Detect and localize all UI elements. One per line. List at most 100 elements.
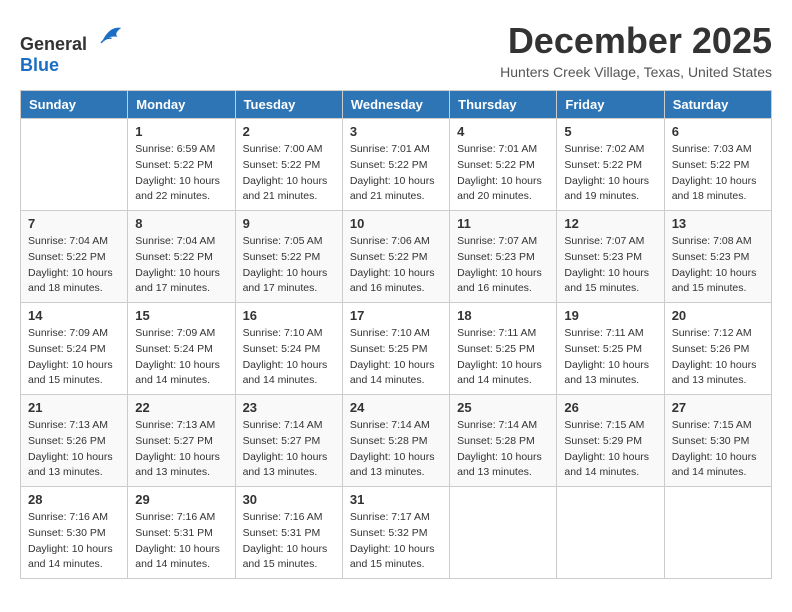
day-cell-22: 22 Sunrise: 7:13 AM Sunset: 5:27 PM Dayli… <box>128 395 235 487</box>
weekday-header-saturday: Saturday <box>664 91 771 119</box>
week-row-3: 21 Sunrise: 7:13 AM Sunset: 5:26 PM Dayli… <box>21 395 772 487</box>
day-cell-3: 3 Sunrise: 7:01 AM Sunset: 5:22 PM Daylig… <box>342 119 449 211</box>
day-cell-18: 18Sunrise: 7:11 AM Sunset: 5:25 PM Dayli… <box>450 303 557 395</box>
day-cell-19: 19 Sunrise: 7:11 AM Sunset: 5:25 PM Dayli… <box>557 303 664 395</box>
day-cell-10: 10Sunrise: 7:06 AM Sunset: 5:22 PM Dayli… <box>342 211 449 303</box>
day-cell-16: 16 Sunrise: 7:10 AM Sunset: 5:24 PM Dayli… <box>235 303 342 395</box>
weekday-header-friday: Friday <box>557 91 664 119</box>
day-cell-29: 29 Sunrise: 7:16 AM Sunset: 5:31 PM Dayli… <box>128 487 235 579</box>
day-number: 17 <box>350 308 442 323</box>
day-info: Sunrise: 7:16 AM Sunset: 5:31 PM Dayligh… <box>135 510 227 573</box>
day-number: 6 <box>672 124 764 139</box>
page-header: General Blue December 2025 Hunters Creek… <box>20 20 772 80</box>
day-info: Sunrise: 6:59 AM Sunset: 5:22 PM Dayligh… <box>135 142 227 205</box>
day-info: Sunrise: 7:14 AM Sunset: 5:27 PM Dayligh… <box>243 418 335 481</box>
day-number: 14 <box>28 308 120 323</box>
day-info: Sunrise: 7:14 AM Sunset: 5:28 PM Dayligh… <box>457 418 549 481</box>
day-info: Sunrise: 7:13 AM Sunset: 5:27 PM Dayligh… <box>135 418 227 481</box>
day-info: Sunrise: 7:10 AM Sunset: 5:24 PM Dayligh… <box>243 326 335 389</box>
day-cell-1: 1Sunrise: 6:59 AM Sunset: 5:22 PM Daylig… <box>128 119 235 211</box>
day-info: Sunrise: 7:01 AM Sunset: 5:22 PM Dayligh… <box>350 142 442 205</box>
day-cell-31: 31 Sunrise: 7:17 AM Sunset: 5:32 PM Dayli… <box>342 487 449 579</box>
day-number: 30 <box>243 492 335 507</box>
weekday-header-row: SundayMondayTuesdayWednesdayThursdayFrid… <box>21 91 772 119</box>
day-number: 2 <box>243 124 335 139</box>
day-cell-2: 2 Sunrise: 7:00 AM Sunset: 5:22 PM Daylig… <box>235 119 342 211</box>
day-info: Sunrise: 7:04 AM Sunset: 5:22 PM Dayligh… <box>135 234 227 297</box>
day-cell-24: 24 Sunrise: 7:14 AM Sunset: 5:28 PM Dayli… <box>342 395 449 487</box>
day-number: 12 <box>564 216 656 231</box>
week-row-0: 1Sunrise: 6:59 AM Sunset: 5:22 PM Daylig… <box>21 119 772 211</box>
logo-bird-icon <box>95 20 125 50</box>
day-number: 16 <box>243 308 335 323</box>
day-cell-8: 8Sunrise: 7:04 AM Sunset: 5:22 PM Daylig… <box>128 211 235 303</box>
weekday-header-wednesday: Wednesday <box>342 91 449 119</box>
day-info: Sunrise: 7:09 AM Sunset: 5:24 PM Dayligh… <box>28 326 120 389</box>
day-number: 21 <box>28 400 120 415</box>
day-info: Sunrise: 7:00 AM Sunset: 5:22 PM Dayligh… <box>243 142 335 205</box>
day-number: 22 <box>135 400 227 415</box>
day-info: Sunrise: 7:07 AM Sunset: 5:23 PM Dayligh… <box>457 234 549 297</box>
day-cell-5: 5Sunrise: 7:02 AM Sunset: 5:22 PM Daylig… <box>557 119 664 211</box>
day-cell-11: 11Sunrise: 7:07 AM Sunset: 5:23 PM Dayli… <box>450 211 557 303</box>
day-number: 3 <box>350 124 442 139</box>
day-cell-15: 15Sunrise: 7:09 AM Sunset: 5:24 PM Dayli… <box>128 303 235 395</box>
logo-blue: Blue <box>20 55 59 75</box>
day-number: 28 <box>28 492 120 507</box>
day-cell-28: 28Sunrise: 7:16 AM Sunset: 5:30 PM Dayli… <box>21 487 128 579</box>
day-cell-27: 27 Sunrise: 7:15 AM Sunset: 5:30 PM Dayli… <box>664 395 771 487</box>
day-number: 4 <box>457 124 549 139</box>
day-number: 31 <box>350 492 442 507</box>
logo-general: General <box>20 34 87 54</box>
day-cell-14: 14 Sunrise: 7:09 AM Sunset: 5:24 PM Dayli… <box>21 303 128 395</box>
day-number: 19 <box>564 308 656 323</box>
day-info: Sunrise: 7:04 AM Sunset: 5:22 PM Dayligh… <box>28 234 120 297</box>
day-cell-25: 25 Sunrise: 7:14 AM Sunset: 5:28 PM Dayli… <box>450 395 557 487</box>
day-info: Sunrise: 7:11 AM Sunset: 5:25 PM Dayligh… <box>457 326 549 389</box>
day-info: Sunrise: 7:07 AM Sunset: 5:23 PM Dayligh… <box>564 234 656 297</box>
day-cell-12: 12 Sunrise: 7:07 AM Sunset: 5:23 PM Dayli… <box>557 211 664 303</box>
month-title: December 2025 <box>500 20 772 62</box>
day-info: Sunrise: 7:08 AM Sunset: 5:23 PM Dayligh… <box>672 234 764 297</box>
day-cell-6: 6 Sunrise: 7:03 AM Sunset: 5:22 PM Daylig… <box>664 119 771 211</box>
day-info: Sunrise: 7:16 AM Sunset: 5:31 PM Dayligh… <box>243 510 335 573</box>
day-info: Sunrise: 7:15 AM Sunset: 5:29 PM Dayligh… <box>564 418 656 481</box>
day-number: 5 <box>564 124 656 139</box>
day-info: Sunrise: 7:17 AM Sunset: 5:32 PM Dayligh… <box>350 510 442 573</box>
day-info: Sunrise: 7:11 AM Sunset: 5:25 PM Dayligh… <box>564 326 656 389</box>
day-cell-4: 4Sunrise: 7:01 AM Sunset: 5:22 PM Daylig… <box>450 119 557 211</box>
day-info: Sunrise: 7:14 AM Sunset: 5:28 PM Dayligh… <box>350 418 442 481</box>
day-info: Sunrise: 7:03 AM Sunset: 5:22 PM Dayligh… <box>672 142 764 205</box>
day-cell-9: 9Sunrise: 7:05 AM Sunset: 5:22 PM Daylig… <box>235 211 342 303</box>
day-number: 7 <box>28 216 120 231</box>
day-number: 29 <box>135 492 227 507</box>
weekday-header-sunday: Sunday <box>21 91 128 119</box>
day-cell-23: 23 Sunrise: 7:14 AM Sunset: 5:27 PM Dayli… <box>235 395 342 487</box>
week-row-4: 28Sunrise: 7:16 AM Sunset: 5:30 PM Dayli… <box>21 487 772 579</box>
weekday-header-tuesday: Tuesday <box>235 91 342 119</box>
empty-cell <box>21 119 128 211</box>
weekday-header-thursday: Thursday <box>450 91 557 119</box>
day-info: Sunrise: 7:12 AM Sunset: 5:26 PM Dayligh… <box>672 326 764 389</box>
weekday-header-monday: Monday <box>128 91 235 119</box>
day-number: 23 <box>243 400 335 415</box>
day-cell-13: 13 Sunrise: 7:08 AM Sunset: 5:23 PM Dayli… <box>664 211 771 303</box>
empty-cell <box>450 487 557 579</box>
day-number: 24 <box>350 400 442 415</box>
day-number: 27 <box>672 400 764 415</box>
day-cell-21: 21 Sunrise: 7:13 AM Sunset: 5:26 PM Dayli… <box>21 395 128 487</box>
title-section: December 2025 Hunters Creek Village, Tex… <box>500 20 772 80</box>
day-cell-7: 7 Sunrise: 7:04 AM Sunset: 5:22 PM Daylig… <box>21 211 128 303</box>
day-number: 13 <box>672 216 764 231</box>
day-number: 20 <box>672 308 764 323</box>
week-row-2: 14 Sunrise: 7:09 AM Sunset: 5:24 PM Dayli… <box>21 303 772 395</box>
day-number: 25 <box>457 400 549 415</box>
empty-cell <box>664 487 771 579</box>
empty-cell <box>557 487 664 579</box>
calendar-table: SundayMondayTuesdayWednesdayThursdayFrid… <box>20 90 772 579</box>
day-number: 26 <box>564 400 656 415</box>
day-info: Sunrise: 7:10 AM Sunset: 5:25 PM Dayligh… <box>350 326 442 389</box>
day-info: Sunrise: 7:13 AM Sunset: 5:26 PM Dayligh… <box>28 418 120 481</box>
day-info: Sunrise: 7:15 AM Sunset: 5:30 PM Dayligh… <box>672 418 764 481</box>
week-row-1: 7 Sunrise: 7:04 AM Sunset: 5:22 PM Daylig… <box>21 211 772 303</box>
